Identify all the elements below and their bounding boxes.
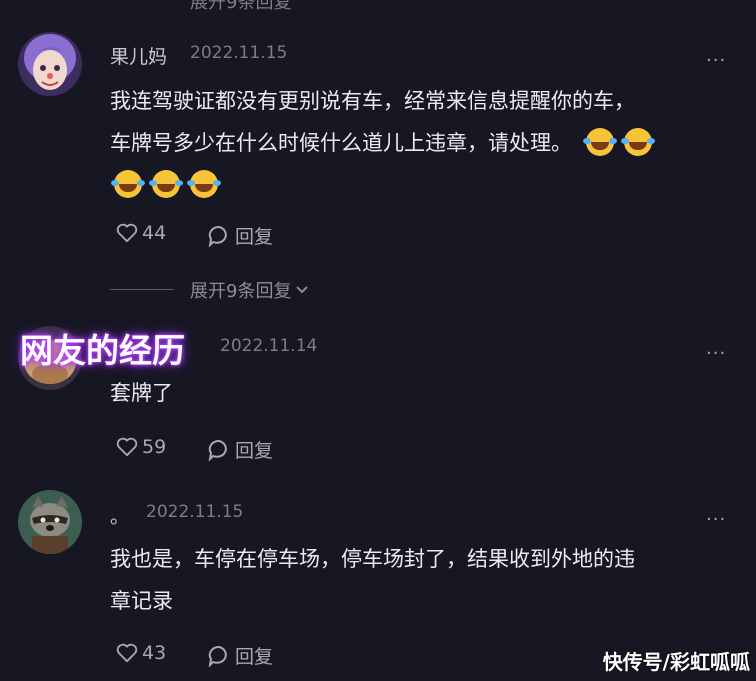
comment-date: 2022.11.15 (146, 502, 244, 522)
like-count: 43 (142, 642, 167, 664)
avatar[interactable] (18, 32, 82, 96)
more-options-icon[interactable]: ··· (706, 509, 726, 530)
chevron-down-icon (296, 286, 309, 294)
commenter-name[interactable]: 果儿妈 (110, 42, 167, 69)
like-button[interactable]: 44 (116, 222, 166, 244)
comment-text: 我连驾驶证都没有更别说有车，经常来信息提醒你的车， 车牌号多少在什么时候什么道儿… (110, 80, 730, 206)
reply-label: 回复 (235, 646, 274, 668)
like-button[interactable]: 59 (116, 436, 166, 458)
commenter-name[interactable]: 。 (110, 502, 129, 529)
reply-bubble-icon (208, 645, 227, 667)
comment-text-line: 车牌号多少在什么时候什么道儿上违章，请处理。 (110, 122, 730, 164)
laughing-emoji-icon (187, 170, 218, 198)
overlay-banner: 网友的经历 (20, 331, 185, 370)
like-count: 59 (142, 436, 167, 458)
laughing-emoji-icon (149, 170, 180, 198)
comment-text: 套牌了 (110, 381, 173, 405)
reply-button[interactable]: 回复 (207, 436, 273, 463)
expand-replies-partial[interactable]: 展开9条回复 (190, 0, 291, 14)
avatar[interactable] (18, 490, 82, 554)
comment-text-line: 章记录 (110, 589, 173, 613)
avatar-girl-image (18, 32, 82, 96)
more-options-icon[interactable]: ··· (706, 50, 726, 71)
comment-text: 我也是，车停在停车场，停车场封了，结果收到外地的违 章记录 (110, 538, 740, 622)
laughing-emoji-icon (111, 170, 142, 198)
reply-label: 回复 (235, 226, 274, 248)
comment-date: 2022.11.14 (220, 336, 318, 356)
watermark: 快传号/彩虹呱呱 (602, 650, 750, 674)
reply-label: 回复 (235, 440, 274, 462)
reply-button[interactable]: 回复 (207, 642, 273, 669)
comment-text-line: 我也是，车停在停车场，停车场封了，结果收到外地的违 (110, 547, 635, 571)
expand-replies-button[interactable]: 展开9条回复 (190, 277, 309, 303)
comment-emoji-line (110, 164, 730, 206)
like-button[interactable]: 43 (116, 642, 166, 664)
reply-bubble-icon (208, 439, 227, 461)
more-options-icon[interactable]: ··· (706, 343, 726, 364)
reply-bubble-icon (208, 225, 227, 247)
comment-date: 2022.11.15 (190, 43, 288, 63)
like-count: 44 (142, 222, 167, 244)
divider (110, 289, 174, 290)
comment-text-line: 我连驾驶证都没有更别说有车，经常来信息提醒你的车， (110, 89, 635, 113)
laughing-emoji-icon (583, 128, 614, 156)
heart-icon (116, 437, 138, 457)
expand-replies-label: 展开9条回复 (190, 281, 292, 302)
reply-button[interactable]: 回复 (207, 222, 273, 249)
heart-icon (116, 643, 138, 663)
heart-icon (116, 223, 138, 243)
laughing-emoji-icon (621, 128, 652, 156)
avatar-raccoon-image (18, 490, 82, 554)
